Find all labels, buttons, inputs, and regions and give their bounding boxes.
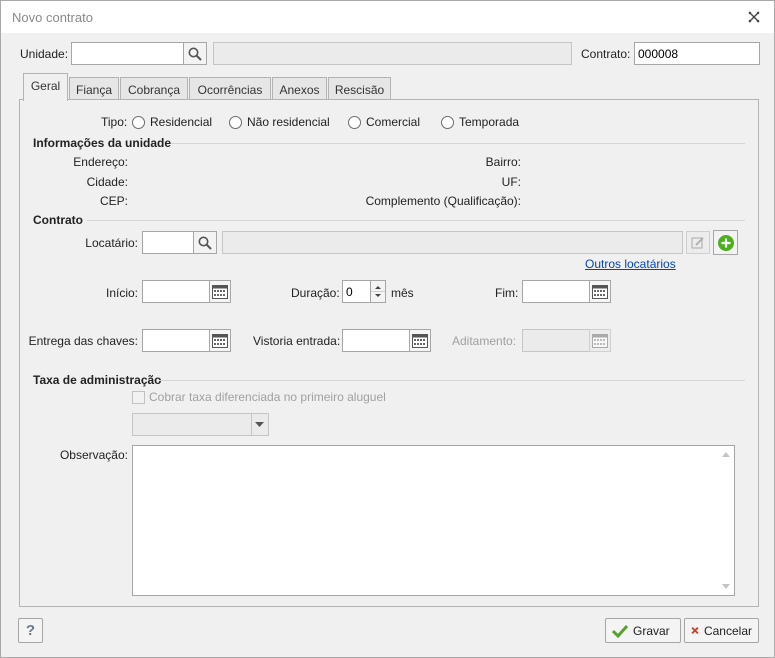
divider — [87, 220, 745, 221]
taxa-select — [132, 413, 269, 436]
vistoria-entrada-date-input[interactable] — [342, 329, 410, 352]
radio-nao-residencial-label[interactable]: Não residencial — [247, 115, 330, 129]
calendar-icon — [592, 333, 608, 348]
radio-comercial[interactable] — [348, 116, 361, 129]
inicio-date-input[interactable] — [142, 280, 210, 303]
radio-residencial[interactable] — [132, 116, 145, 129]
duracao-input[interactable] — [342, 280, 372, 303]
tab-anexos[interactable]: Anexos — [272, 77, 327, 100]
calendar-icon — [212, 284, 228, 299]
contrato-label: Contrato: — [581, 47, 631, 61]
mes-label: mês — [391, 286, 414, 300]
duracao-label: Duração: — [291, 286, 340, 300]
taxa-administracao-heading: Taxa de administração — [33, 373, 162, 387]
tab-cobranca[interactable]: Cobrança — [120, 77, 188, 100]
edit-icon — [691, 236, 704, 248]
cobrar-taxa-label: Cobrar taxa diferenciada no primeiro alu… — [149, 390, 386, 404]
entrega-chaves-label: Entrega das chaves: — [28, 334, 138, 348]
observacao-scrollbar[interactable] — [718, 446, 734, 595]
close-red-icon — [691, 626, 699, 635]
fim-calendar-button[interactable] — [589, 280, 611, 303]
aditamento-calendar-button — [589, 329, 611, 352]
edit-locatario-button[interactable] — [686, 231, 710, 254]
cep-label: CEP: — [99, 194, 128, 208]
help-icon: ? — [25, 622, 36, 639]
cobrar-taxa-checkbox — [132, 391, 145, 404]
radio-temporada-label[interactable]: Temporada — [459, 115, 519, 129]
spinner-arrows-icon — [371, 286, 385, 297]
search-icon — [198, 236, 212, 250]
add-circle-icon — [717, 234, 734, 251]
cancelar-label: Cancelar — [703, 623, 752, 638]
entrega-calendar-button[interactable] — [209, 329, 231, 352]
cidade-label: Cidade: — [86, 175, 128, 189]
add-locatario-button[interactable] — [713, 230, 738, 255]
cancelar-button[interactable]: Cancelar — [684, 618, 759, 643]
scroll-up-icon[interactable] — [722, 452, 730, 457]
radio-temporada[interactable] — [441, 116, 454, 129]
duracao-stepper[interactable] — [370, 280, 386, 303]
scroll-down-icon[interactable] — [722, 584, 730, 589]
search-icon — [188, 47, 202, 61]
divider — [171, 143, 745, 144]
check-icon — [612, 624, 628, 638]
complemento-label: Complemento (Qualificação): — [365, 194, 521, 208]
locatario-search-button[interactable] — [193, 231, 217, 254]
inicio-label: Início: — [105, 286, 138, 300]
aditamento-date-input — [522, 329, 590, 352]
info-unidade-heading: Informações da unidade — [33, 136, 172, 150]
vistoria-calendar-button[interactable] — [409, 329, 431, 352]
fim-date-input[interactable] — [522, 280, 590, 303]
contrato-input[interactable] — [634, 42, 760, 65]
close-icon[interactable] — [748, 11, 760, 23]
unidade-search-button[interactable] — [183, 42, 207, 65]
uf-label: UF: — [501, 175, 521, 189]
observacao-label: Observação: — [59, 448, 128, 462]
tab-geral[interactable]: Geral — [23, 73, 68, 101]
unidade-description-field — [213, 42, 572, 65]
contrato-heading: Contrato — [33, 213, 83, 227]
unidade-label: Unidade: — [20, 47, 69, 61]
radio-comercial-label[interactable]: Comercial — [366, 115, 420, 129]
calendar-icon — [212, 333, 228, 348]
novo-contrato-window: Novo contrato Unidade: Contrato: Geral F… — [0, 0, 775, 658]
radio-nao-residencial[interactable] — [229, 116, 242, 129]
tab-rescisao[interactable]: Rescisão — [328, 77, 391, 100]
unidade-input[interactable] — [71, 42, 184, 65]
fim-label: Fim: — [495, 286, 519, 300]
outros-locatarios-link[interactable]: Outros locatários — [585, 257, 676, 271]
tab-fianca[interactable]: Fiança — [69, 77, 119, 100]
inicio-calendar-button[interactable] — [209, 280, 231, 303]
calendar-icon — [412, 333, 428, 348]
tab-ocorrencias[interactable]: Ocorrências — [189, 77, 271, 100]
chevron-down-icon — [255, 422, 264, 427]
title-bar: Novo contrato — [1, 1, 774, 33]
locatario-name-field — [222, 231, 683, 254]
entrega-chaves-date-input[interactable] — [142, 329, 210, 352]
locatario-label: Locatário: — [85, 236, 138, 250]
locatario-input[interactable] — [142, 231, 194, 254]
help-button[interactable]: ? — [18, 618, 43, 643]
tipo-label: Tipo: — [101, 115, 128, 129]
window-title: Novo contrato — [12, 10, 93, 25]
divider — [159, 380, 745, 381]
observacao-textarea[interactable] — [132, 445, 735, 596]
gravar-label: Gravar — [633, 623, 670, 638]
endereco-label: Endereço: — [73, 155, 128, 169]
radio-residencial-label[interactable]: Residencial — [150, 115, 212, 129]
calendar-icon — [592, 284, 608, 299]
gravar-button[interactable]: Gravar — [605, 618, 681, 643]
vistoria-entrada-label: Vistoria entrada: — [253, 334, 341, 348]
bairro-label: Bairro: — [485, 155, 521, 169]
aditamento-label: Aditamento: — [452, 334, 517, 348]
